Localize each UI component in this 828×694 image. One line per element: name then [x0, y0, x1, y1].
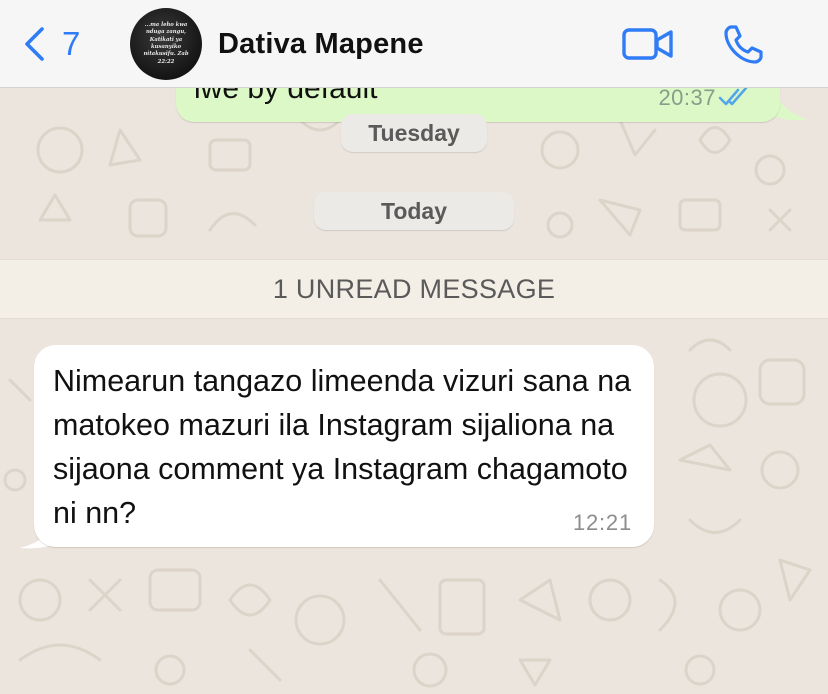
chat-header: 7 ...ma leho kwa nduga zangu, Katikati y…	[0, 0, 828, 88]
voice-call-button[interactable]	[722, 22, 766, 66]
contact-name[interactable]: Dativa Mapene	[218, 24, 424, 64]
double-check-icon	[718, 86, 750, 113]
avatar-image-text: ...ma leho kwa nduga zangu, Katikati ya …	[143, 21, 189, 65]
incoming-message-bubble[interactable]: Nimearun tangazo limeenda vizuri sana na…	[34, 345, 654, 547]
avatar[interactable]: ...ma leho kwa nduga zangu, Katikati ya …	[130, 8, 202, 80]
video-call-button[interactable]	[621, 24, 675, 64]
back-button[interactable]: 7	[22, 22, 102, 66]
incoming-message-text: Nimearun tangazo limeenda vizuri sana na…	[53, 364, 632, 530]
chevron-left-icon	[22, 26, 46, 62]
outgoing-message-time: 20:37	[658, 85, 716, 110]
unread-chats-count: 7	[62, 25, 81, 62]
phone-icon	[722, 25, 766, 70]
date-separator-today: Today	[314, 192, 514, 230]
unread-messages-banner: 1 UNREAD MESSAGE	[0, 259, 828, 319]
date-separator-tuesday: Tuesday	[341, 114, 487, 152]
incoming-message-time: 12:21	[572, 510, 632, 535]
video-camera-icon	[621, 28, 675, 68]
